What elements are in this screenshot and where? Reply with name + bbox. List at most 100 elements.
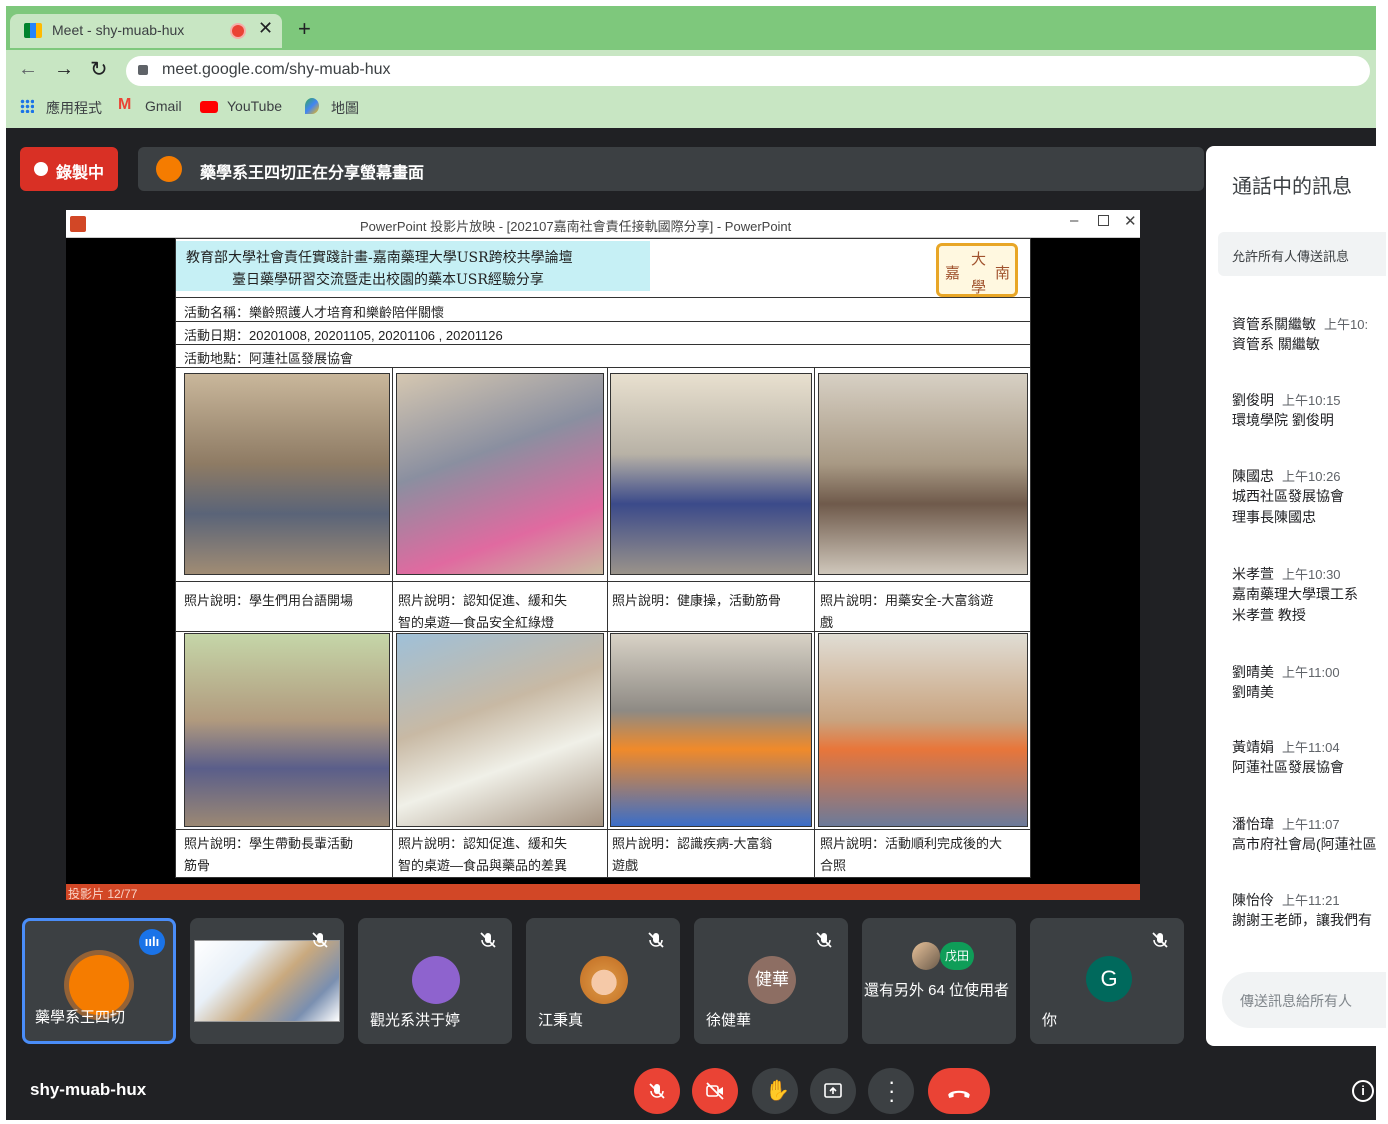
activity-photo <box>396 373 604 575</box>
mic-off-icon <box>480 932 496 948</box>
participant-tile[interactable]: G 你 <box>1030 918 1184 1044</box>
maps-icon <box>305 98 319 114</box>
avatar <box>412 956 460 1004</box>
photo-caption: 照片說明：認知促進、緩和失 <box>398 836 568 851</box>
photo-caption: 照片說明：用藥安全-大富翁遊 <box>820 593 994 608</box>
divider <box>176 581 1030 582</box>
bookmark-youtube[interactable]: YouTube <box>227 98 282 114</box>
activity-photo <box>610 373 812 575</box>
powerpoint-titlebar: PowerPoint 投影片放映 - [202107嘉南社會責任接軌國際分享] … <box>66 210 1140 238</box>
chat-message: 米孝萱 上午10:30 嘉南藥理大學環工系 米孝萱 教授 <box>1232 566 1358 623</box>
back-icon[interactable]: ← <box>18 58 38 81</box>
chat-message: 潘怡瑋 上午11:07 高市府社會局(阿蓮社區 <box>1232 816 1377 852</box>
slideshow-statusbar: 投影片 12/77 <box>66 884 1140 901</box>
photo-caption: 遊戲 <box>612 858 639 873</box>
meet-favicon-icon <box>24 23 42 38</box>
record-dot-icon <box>34 162 48 176</box>
slide: 教育部大學社會責任實踐計畫-嘉南藥理大學USR跨校共學論壇 臺日藥學研習交流暨走… <box>175 238 1031 878</box>
activity-photo <box>818 633 1028 827</box>
close-window-icon[interactable]: ✕ <box>1124 212 1137 230</box>
presenter-avatar <box>156 156 182 182</box>
recording-label: 錄製中 <box>56 165 105 182</box>
divider <box>176 829 1030 830</box>
participant-name: 藥學系王四切 <box>35 1009 126 1026</box>
activity-photo <box>396 633 604 827</box>
participant-tile[interactable]: 戊田 還有另外 64 位使用者 <box>862 918 1016 1044</box>
mic-off-icon <box>1152 932 1168 948</box>
divider <box>607 367 608 877</box>
photo-caption: 智的桌遊—食品安全紅綠燈 <box>398 615 555 630</box>
photo-caption: 合照 <box>820 858 847 873</box>
participant-tile[interactable]: 觀光系洪于婷 <box>358 918 512 1044</box>
photo-caption: 照片說明：活動順利完成後的大 <box>820 836 1003 851</box>
logo-char: 南 <box>995 265 1011 282</box>
allow-messages-label: 允許所有人傳送訊息 <box>1232 249 1350 264</box>
chat-input[interactable]: 傳送訊息給所有人 <box>1222 972 1386 1028</box>
recording-indicator: 錄製中 <box>20 147 118 191</box>
activity-photo <box>610 633 812 827</box>
more-vert-icon: · · · <box>888 1069 896 1112</box>
mic-toggle-button[interactable] <box>634 1068 680 1114</box>
url-text: meet.google.com/shy-muab-hux <box>162 61 391 78</box>
slide-title-line2: 臺日藥學研習交流暨走出校園的藥本USR經驗分享 <box>232 272 544 288</box>
leave-call-button[interactable] <box>928 1068 990 1114</box>
maximize-icon[interactable] <box>1098 215 1109 226</box>
camera-toggle-button[interactable] <box>692 1068 738 1114</box>
chat-message: 黃靖娟 上午11:04 阿蓮社區發展協會 <box>1232 739 1344 775</box>
gmail-icon: M <box>118 96 132 113</box>
meeting-info-icon[interactable]: i <box>1352 1080 1374 1102</box>
powerpoint-window-title: PowerPoint 投影片放映 - [202107嘉南社會責任接軌國際分享] … <box>360 219 792 234</box>
bookmark-apps[interactable]: 應用程式 <box>46 98 102 118</box>
photo-caption: 照片說明：學生們用台語開場 <box>184 593 354 608</box>
participant-tile[interactable]: 江秉真 <box>526 918 680 1044</box>
avatar: 戊田 <box>940 942 974 970</box>
photo-caption: 照片說明：學生帶動長輩活動 <box>184 836 354 851</box>
photo-caption: 照片說明：認知促進、緩和失 <box>398 593 568 608</box>
youtube-icon <box>200 101 218 113</box>
reload-icon[interactable]: ↻ <box>90 57 108 82</box>
bookmark-gmail[interactable]: Gmail <box>145 98 182 114</box>
forward-icon[interactable]: → <box>54 58 74 81</box>
divider <box>392 367 393 877</box>
slide-title-line1: 教育部大學社會責任實踐計畫-嘉南藥理大學USR跨校共學論壇 <box>186 250 573 266</box>
chat-title: 通話中的訊息 <box>1232 176 1352 198</box>
participant-tile[interactable]: 健華 徐健華 <box>694 918 848 1044</box>
browser-tab[interactable]: Meet - shy-muab-hux ✕ <box>10 14 282 48</box>
participant-name: 還有另外 64 位使用者 <box>864 982 1010 999</box>
mic-off-icon <box>649 1083 665 1099</box>
allow-messages-toggle-row[interactable]: 允許所有人傳送訊息 <box>1218 232 1386 276</box>
mic-off-icon <box>312 932 328 948</box>
logo-char: 學 <box>971 279 987 296</box>
raise-hand-button[interactable]: ✋ <box>752 1068 798 1114</box>
minimize-icon[interactable]: – <box>1070 212 1078 229</box>
apps-grid-icon[interactable] <box>20 99 34 113</box>
logo-char: 大 <box>971 251 987 268</box>
activity-place: 活動地點：阿蓮社區發展協會 <box>184 351 354 366</box>
powerpoint-icon <box>70 216 86 232</box>
recording-dot-icon <box>232 25 244 37</box>
participant-name: 江秉真 <box>538 1012 584 1029</box>
chat-message: 劉晴美 上午11:00 劉晴美 <box>1232 664 1340 700</box>
divider <box>176 321 1030 322</box>
participant-name: 徐健華 <box>706 1012 752 1029</box>
participant-tile[interactable]: ıılı 藥學系王四切 <box>22 918 176 1044</box>
mic-off-icon <box>648 932 664 948</box>
address-bar[interactable]: meet.google.com/shy-muab-hux <box>126 56 1370 86</box>
participant-tile[interactable] <box>190 918 344 1044</box>
activity-photo <box>818 373 1028 575</box>
mic-off-icon <box>816 932 832 948</box>
divider <box>814 367 815 877</box>
photo-caption: 照片說明：認識疾病-大富翁 <box>612 836 773 851</box>
new-tab-icon[interactable]: + <box>298 16 311 42</box>
activity-photo <box>184 633 390 827</box>
bookmark-maps[interactable]: 地圖 <box>331 98 359 118</box>
more-options-button[interactable]: · · · <box>868 1068 914 1114</box>
sharing-banner: 藥學系王四切正在分享螢幕畫面 <box>138 147 1204 191</box>
divider <box>176 297 1030 298</box>
present-now-button[interactable] <box>810 1068 856 1114</box>
close-tab-icon[interactable]: ✕ <box>258 18 273 39</box>
chat-message: 資管系關繼敏 上午10: 資管系 關繼敏 <box>1232 316 1369 352</box>
logo-char: 嘉 <box>945 265 961 282</box>
present-screen-icon <box>824 1083 842 1098</box>
activity-date: 活動日期：20201008, 20201105, 20201106 , 2020… <box>184 328 503 343</box>
